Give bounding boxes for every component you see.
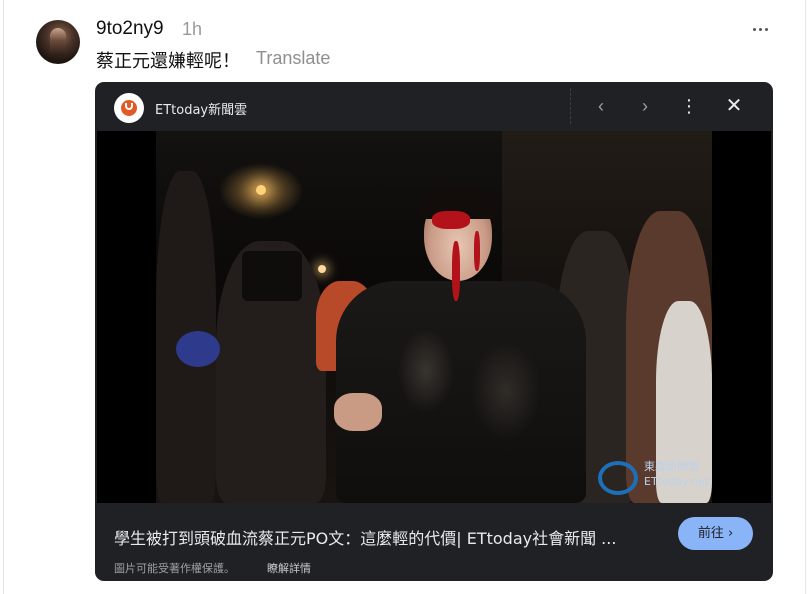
watermark-line: ETtoday.net xyxy=(644,475,709,488)
more-options-icon[interactable] xyxy=(748,16,774,42)
news-photo[interactable]: 東森新聞雲 ETtoday.net xyxy=(156,131,712,503)
translate-link[interactable]: Translate xyxy=(256,48,330,69)
photo-blood xyxy=(432,211,470,229)
photo-hand xyxy=(334,393,382,431)
photo-blood xyxy=(452,241,460,301)
dot xyxy=(759,28,762,31)
chevron-left-icon[interactable]: ‹ xyxy=(589,94,613,118)
post-text: 蔡正元還嫌輕呢！ xyxy=(96,51,240,72)
photo-blood xyxy=(474,231,480,271)
photo-microphone xyxy=(176,331,220,367)
header-divider xyxy=(570,88,572,124)
watermark-line: 東森新聞雲 xyxy=(644,460,699,473)
visit-button[interactable]: 前往 › xyxy=(678,517,753,550)
copyright-notice: 圖片可能受著作權保護。 xyxy=(114,562,235,575)
dot xyxy=(753,28,756,31)
photo-streetlight xyxy=(318,265,326,273)
avatar-figure xyxy=(50,28,66,56)
avatar[interactable] xyxy=(36,20,80,64)
photo-camera xyxy=(242,251,302,301)
chevron-right-icon[interactable]: › xyxy=(633,94,657,118)
photo-streetlight xyxy=(256,185,266,195)
watermark-text: 東森新聞雲 ETtoday.net xyxy=(644,459,709,489)
right-divider xyxy=(805,0,806,594)
article-title[interactable]: 學生被打到頭破血流蔡正元PO文：這麼輕的代價| ETtoday社會新聞 ... xyxy=(114,525,654,549)
watermark-logo-icon xyxy=(598,461,638,495)
learn-more-link[interactable]: 瞭解詳情 xyxy=(267,560,311,576)
left-divider xyxy=(3,0,4,594)
close-icon[interactable]: ✕ xyxy=(722,94,746,118)
viewer-header: ETtoday新聞雲 ‹ › ⋮ ✕ xyxy=(95,82,773,130)
photo-jacket xyxy=(336,281,586,503)
image-viewer-card: ETtoday新聞雲 ‹ › ⋮ ✕ 東森新聞雲 ETtoday.net 學生被… xyxy=(95,82,773,581)
source-name[interactable]: ETtoday新聞雲 xyxy=(155,99,247,118)
post-time: 1h xyxy=(182,19,203,39)
username[interactable]: 9to2ny9 xyxy=(96,18,164,40)
ettoday-logo-icon[interactable] xyxy=(114,93,144,123)
more-vertical-icon[interactable]: ⋮ xyxy=(677,94,701,118)
photo-area: 東森新聞雲 ETtoday.net xyxy=(97,131,771,503)
dot xyxy=(765,28,768,31)
